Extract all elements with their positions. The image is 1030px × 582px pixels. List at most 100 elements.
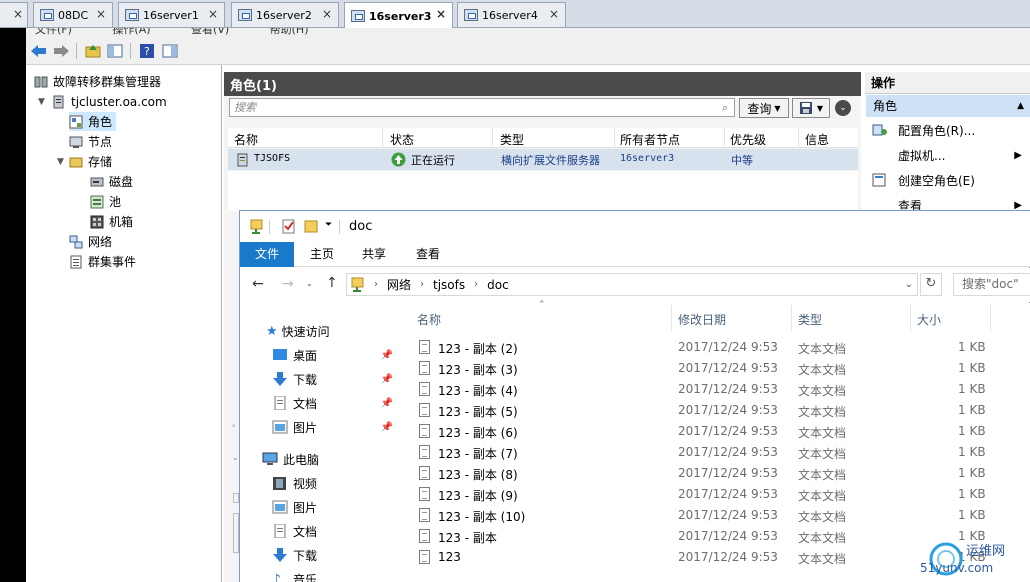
file-row[interactable]: 123 - 副本 (10) 2017/12/24 9:53 文本文档 1 KB — [398, 505, 1030, 526]
back-arrow-icon[interactable]: ← — [252, 276, 264, 292]
breadcrumb-network[interactable]: 网络 — [387, 276, 411, 293]
tab-home[interactable]: 主页 — [300, 242, 344, 267]
pin-icon[interactable]: 📌 — [381, 422, 393, 433]
scroll-left-icon[interactable]: ‹ — [232, 421, 235, 430]
nav-scrollbar[interactable]: ‹ ⌄ — [232, 303, 240, 582]
column-info[interactable]: 信息 — [805, 131, 829, 148]
file-row[interactable]: 123 - 副本 (4) 2017/12/24 9:53 文本文档 1 KB — [398, 379, 1030, 400]
nav-item-desktop[interactable]: 桌面 📌 — [272, 344, 397, 366]
breadcrumb-tjsofs[interactable]: tjsofs — [433, 278, 465, 292]
pin-icon[interactable]: 📌 — [381, 350, 393, 361]
nav-item-downloads[interactable]: 下载 📌 — [272, 368, 397, 390]
action-virtual-machines[interactable]: 虚拟机... ▶ — [865, 144, 1030, 166]
tree-item-nodes[interactable]: 节点 — [69, 132, 112, 151]
tree-item-disks[interactable]: 磁盘 — [90, 172, 133, 191]
file-row[interactable]: 123 - 副本 (5) 2017/12/24 9:53 文本文档 1 KB — [398, 400, 1030, 421]
file-row[interactable]: 123 - 副本 (3) 2017/12/24 9:53 文本文档 1 KB — [398, 358, 1030, 379]
vm-tab-16server4[interactable]: 16server4 × — [457, 2, 566, 27]
file-row[interactable]: 123 - 副本 (2) 2017/12/24 9:53 文本文档 1 KB — [398, 337, 1030, 358]
properties-icon[interactable] — [282, 219, 296, 234]
nav-item-pc-documents[interactable]: 文档 — [272, 520, 317, 542]
query-button[interactable]: 查询 ▼ — [739, 98, 789, 118]
nav-item-pictures[interactable]: 图片 📌 — [272, 416, 397, 438]
table-row[interactable]: TJSOFS 正在运行 横向扩展文件服务器 16server3 中等 — [228, 149, 858, 170]
column-owner-node[interactable]: 所有者节点 — [620, 131, 680, 148]
tab-share[interactable]: 共享 — [352, 242, 396, 267]
column-priority[interactable]: 优先级 — [730, 131, 766, 148]
vm-tab-16server2[interactable]: 16server2 × — [231, 2, 339, 27]
vm-tab-08dc[interactable]: 08DC × — [33, 2, 113, 27]
nav-item-videos[interactable]: 视频 — [272, 472, 317, 494]
file-row[interactable]: 123 - 副本 (7) 2017/12/24 9:53 文本文档 1 KB — [398, 442, 1030, 463]
help-icon[interactable]: ? — [138, 42, 156, 60]
column-modified[interactable]: 修改日期 — [678, 311, 726, 328]
back-arrow-icon[interactable] — [30, 42, 48, 60]
search-icon[interactable]: ⌕ — [722, 99, 728, 116]
pin-icon[interactable]: 📌 — [381, 398, 393, 409]
nav-item-music[interactable]: ♪ 音乐 — [272, 568, 317, 582]
tab-file[interactable]: 文件 — [240, 242, 294, 267]
close-icon[interactable]: × — [549, 7, 559, 21]
action-configure-role[interactable]: 配置角色(R)... — [865, 119, 1030, 141]
actions-section-roles[interactable]: 角色 ▲ — [866, 95, 1030, 117]
explorer-search-input[interactable]: 搜索"doc" — [953, 273, 1030, 296]
column-type[interactable]: 类型 — [798, 311, 822, 328]
forward-arrow-icon[interactable]: → — [282, 276, 294, 292]
show-hide-tree-icon[interactable] — [106, 42, 124, 60]
close-icon[interactable]: × — [208, 7, 218, 21]
roles-search-input[interactable]: 搜索 ⌕ — [229, 98, 735, 117]
scroll-thumb[interactable] — [233, 493, 239, 503]
chevron-up-icon[interactable]: ▲ — [1017, 95, 1024, 117]
close-icon[interactable]: × — [96, 7, 106, 21]
tree-cluster[interactable]: tjcluster.oa.com — [52, 92, 167, 111]
refresh-icon[interactable]: ↻ — [920, 273, 942, 296]
breadcrumb-doc[interactable]: doc — [487, 278, 509, 292]
tab-view[interactable]: 查看 — [406, 242, 450, 267]
collapse-icon[interactable]: ⌄ — [835, 100, 851, 116]
nav-item-pc-pictures[interactable]: 图片 — [272, 496, 317, 518]
nav-this-pc[interactable]: 此电脑 — [262, 448, 319, 470]
vm-tab-16server1[interactable]: 16server1 × — [118, 2, 225, 27]
tree-item-roles[interactable]: 角色 — [69, 112, 117, 131]
forward-arrow-icon[interactable] — [52, 42, 70, 60]
scroll-down-icon[interactable]: ⌄ — [232, 453, 239, 462]
chevron-down-icon[interactable]: ▼ — [57, 157, 64, 167]
menu-help[interactable]: 帮助(H) — [270, 28, 309, 36]
action-create-empty-role[interactable]: 创建空角色(E) — [865, 169, 1030, 191]
menu-view[interactable]: 查看(V) — [191, 28, 229, 36]
tree-root[interactable]: 故障转移群集管理器 — [34, 72, 161, 91]
up-arrow-icon[interactable]: ↑ — [326, 275, 338, 291]
menu-file[interactable]: 文件(F) — [35, 28, 72, 36]
menu-action[interactable]: 操作(A) — [112, 28, 150, 36]
nav-item-pc-downloads[interactable]: 下载 — [272, 544, 317, 566]
up-folder-icon[interactable] — [84, 42, 102, 60]
tree-item-enclosures[interactable]: 机箱 — [90, 212, 133, 231]
tree-item-networks[interactable]: 网络 — [69, 232, 112, 251]
nav-item-documents[interactable]: 文档 📌 — [272, 392, 397, 414]
quick-access-toolbar-dropdown-icon[interactable]: ⏷ — [325, 220, 332, 230]
column-name[interactable]: 名称 — [417, 311, 441, 328]
nav-quick-access[interactable]: ★ 快速访问 — [266, 320, 330, 342]
vm-tab-scroll-left[interactable]: × — [0, 2, 28, 27]
column-type[interactable]: 类型 — [500, 131, 524, 148]
close-icon[interactable]: × — [322, 7, 332, 21]
pin-icon[interactable]: 📌 — [381, 374, 393, 385]
new-folder-icon[interactable] — [304, 220, 318, 233]
file-row[interactable]: 123 - 副本 (6) 2017/12/24 9:53 文本文档 1 KB — [398, 421, 1030, 442]
tree-item-pools[interactable]: 池 — [90, 192, 121, 211]
close-icon[interactable]: × — [436, 7, 446, 21]
save-query-button[interactable]: ▼ — [792, 98, 830, 118]
vm-tab-16server3[interactable]: 16server3 × — [344, 2, 453, 29]
chevron-down-icon[interactable]: ⌄ — [905, 279, 913, 290]
chevron-down-icon[interactable]: ▼ — [38, 97, 45, 107]
show-action-pane-icon[interactable] — [161, 42, 179, 60]
recent-locations-icon[interactable]: ⌄ — [306, 279, 313, 288]
column-name[interactable]: 名称 — [234, 131, 258, 148]
tree-item-storage[interactable]: 存储 — [69, 152, 112, 171]
column-status[interactable]: 状态 — [390, 131, 414, 148]
column-size[interactable]: 大小 — [917, 311, 941, 328]
file-row[interactable]: 123 - 副本 (8) 2017/12/24 9:53 文本文档 1 KB — [398, 463, 1030, 484]
tree-item-cluster-events[interactable]: 群集事件 — [69, 252, 136, 271]
file-row[interactable]: 123 - 副本 (9) 2017/12/24 9:53 文本文档 1 KB — [398, 484, 1030, 505]
address-bar[interactable]: › 网络 › tjsofs › doc ⌄ — [346, 273, 918, 296]
